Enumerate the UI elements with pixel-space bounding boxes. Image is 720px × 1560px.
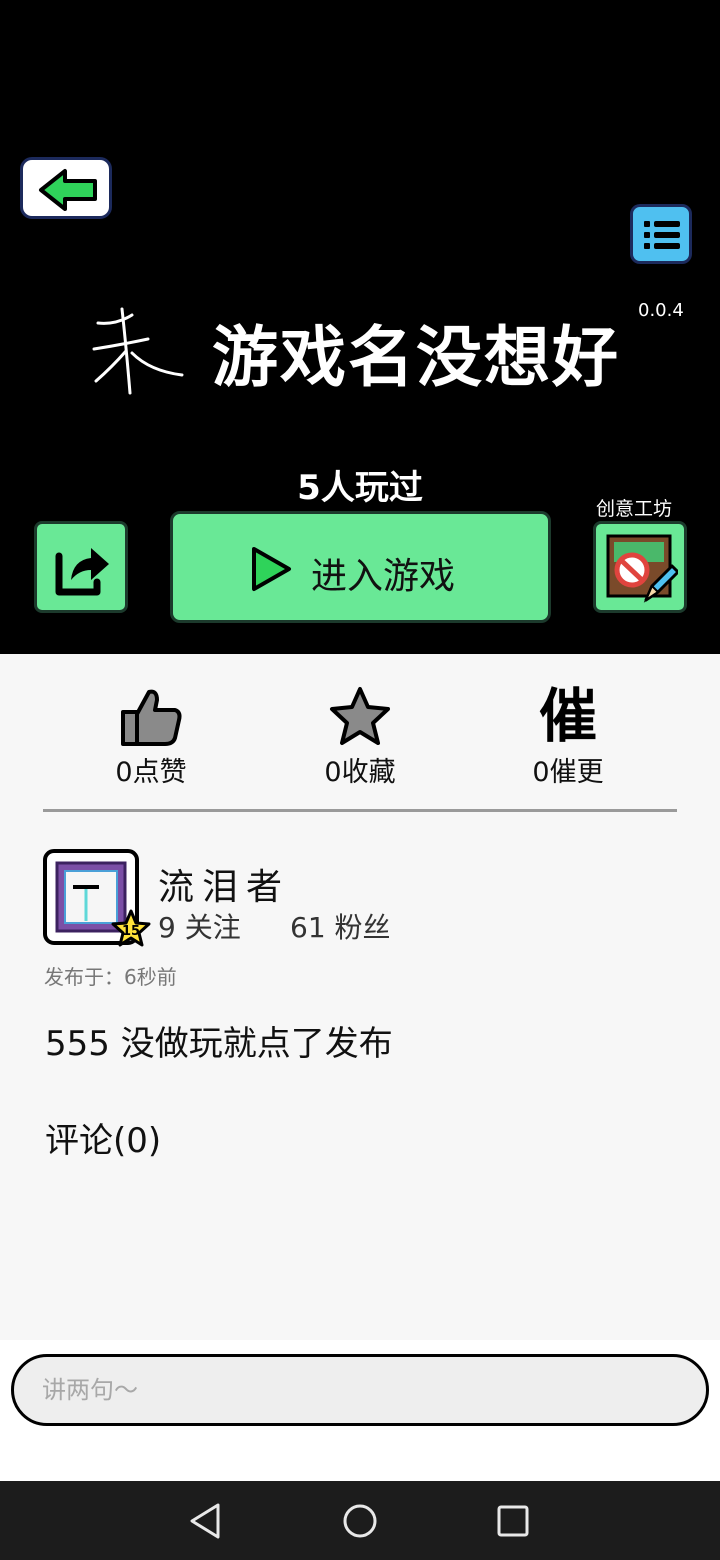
list-icon [644, 221, 680, 249]
stats-divider [43, 809, 677, 812]
circle-home-icon[interactable] [341, 1501, 379, 1541]
back-button[interactable] [20, 157, 112, 219]
comment-input[interactable] [11, 1354, 709, 1426]
triangle-back-icon[interactable] [188, 1501, 224, 1541]
author-name[interactable]: 流泪者 [158, 858, 290, 910]
game-title-row: 游戏名没想好 [90, 300, 630, 400]
star-icon [330, 687, 390, 745]
game-title: 游戏名没想好 [212, 319, 620, 396]
system-nav-bar [0, 1481, 720, 1560]
urge-count: 0催更 [532, 757, 604, 788]
favorite-stat[interactable]: 0收藏 [280, 686, 440, 796]
handwritten-game-icon [92, 307, 184, 395]
workshop-label: 创意工坊 [596, 498, 673, 520]
following-count: 9 关注 [158, 911, 241, 944]
menu-button[interactable] [630, 204, 692, 264]
level-star-icon: 15 [111, 909, 151, 947]
post-description: 555 没做玩就点了发布 [45, 1024, 393, 1064]
enter-game-button[interactable]: 进入游戏 [170, 511, 551, 623]
level-badge: 15 [122, 924, 140, 939]
play-icon [252, 547, 291, 591]
workshop-button[interactable] [593, 521, 687, 613]
favorite-count: 0收藏 [324, 757, 396, 788]
avatar[interactable]: 15 [43, 849, 151, 947]
share-button[interactable] [34, 521, 128, 613]
enter-game-label: 进入游戏 [311, 556, 456, 597]
share-icon [55, 548, 109, 596]
like-count: 0点赞 [115, 757, 187, 788]
square-recent-icon[interactable] [495, 1501, 531, 1541]
comments-title: 评论(0) [45, 1121, 162, 1161]
comment-input-bar [0, 1340, 720, 1481]
urge-icon: 催 [538, 682, 597, 750]
game-header: 游戏名没想好 0.0.4 5人玩过 进入游戏 创意工坊 [0, 0, 720, 654]
like-stat[interactable]: 0点赞 [71, 686, 231, 796]
workshop-edit-icon [606, 534, 678, 603]
version-label: 0.0.4 [638, 300, 684, 321]
urge-stat[interactable]: 催 0催更 [488, 686, 648, 796]
fans-count: 61 粉丝 [290, 911, 391, 944]
arrow-left-icon [39, 169, 97, 211]
thumbs-up-icon [121, 689, 182, 746]
publish-time: 发布于：6秒前 [44, 965, 177, 989]
